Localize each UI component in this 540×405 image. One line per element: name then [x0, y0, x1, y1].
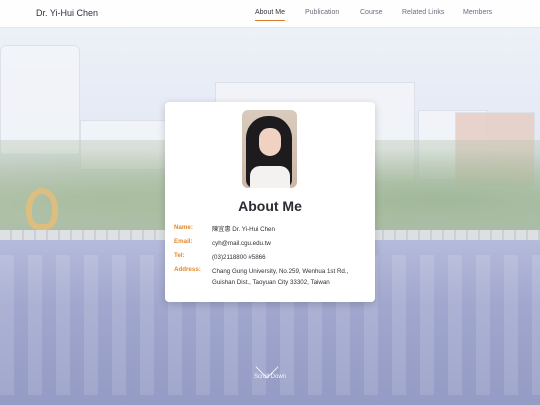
nav-publication[interactable]: Publication: [305, 9, 339, 16]
scroll-down-label: Scroll Down: [253, 374, 286, 380]
site-brand[interactable]: Dr. Yi-Hui Chen: [36, 8, 98, 18]
field-label: Tel:: [174, 252, 185, 259]
field-label: Address:: [174, 266, 201, 273]
field-label: Email:: [174, 238, 193, 245]
email-link[interactable]: cyh@mail.cgu.edu.tw: [212, 238, 372, 249]
nav-members[interactable]: Members: [463, 9, 492, 16]
photo-shirt: [250, 166, 290, 188]
nav-related-links[interactable]: Related Links: [402, 9, 444, 16]
navbar: Dr. Yi-Hui Chen About Me Publication Cou…: [0, 0, 540, 28]
field-value: 陳宜惠 Dr. Yi-Hui Chen: [212, 226, 275, 233]
field-value: (03)2118800 #5866: [212, 254, 266, 261]
scroll-down-button[interactable]: Scroll Down: [245, 355, 295, 388]
field-label: Name:: [174, 224, 193, 231]
field-value: Chang Gung University, No.259, Wenhua 1s…: [212, 268, 349, 286]
nav-course[interactable]: Course: [360, 9, 383, 16]
nav-about-me[interactable]: About Me: [255, 9, 285, 21]
photo-face: [259, 128, 281, 156]
profile-photo: [242, 110, 297, 188]
about-card: About Me Name: 陳宜惠 Dr. Yi-Hui Chen Email…: [165, 102, 375, 302]
about-title: About Me: [238, 198, 302, 214]
